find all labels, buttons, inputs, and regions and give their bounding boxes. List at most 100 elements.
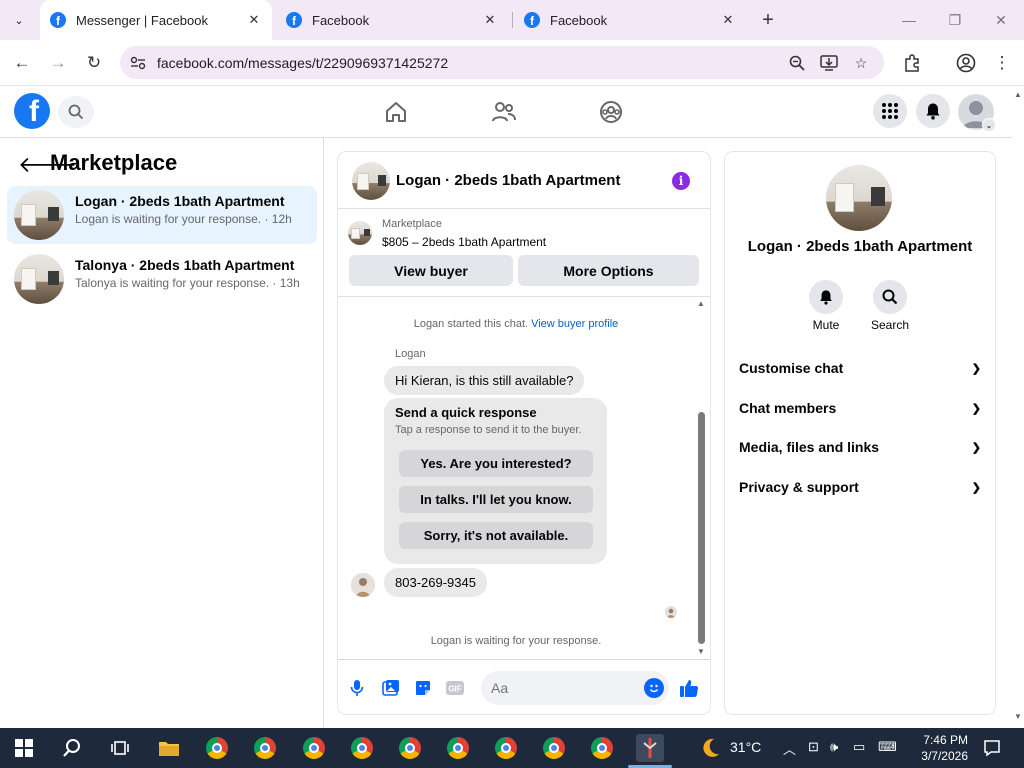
notifications-icon[interactable] bbox=[978, 734, 1006, 762]
friends-icon[interactable] bbox=[490, 98, 518, 126]
facebook-logo-icon[interactable]: f bbox=[14, 93, 50, 129]
chrome-icon[interactable] bbox=[203, 734, 231, 762]
section-media-files[interactable]: Media, files and links ❯ bbox=[739, 433, 981, 461]
meet-now-icon[interactable]: ⊡ bbox=[808, 739, 819, 755]
system-clock[interactable]: 7:46 PM 3/7/2026 bbox=[908, 732, 968, 764]
sticker-icon[interactable] bbox=[413, 678, 433, 698]
section-chat-members[interactable]: Chat members ❯ bbox=[739, 394, 981, 422]
quick-response-option[interactable]: In talks. I'll let you know. bbox=[399, 486, 593, 513]
tray-chevron-up-icon[interactable]: ︿ bbox=[783, 739, 796, 758]
info-icon[interactable]: i bbox=[672, 172, 690, 190]
bookmark-star-icon[interactable]: ☆ bbox=[851, 53, 871, 73]
chevron-down-icon[interactable]: ⌄ bbox=[982, 118, 996, 132]
weather-moon-icon[interactable] bbox=[696, 734, 724, 762]
listing-thumbnail bbox=[348, 221, 372, 245]
close-tab-icon[interactable]: ✕ bbox=[246, 12, 262, 28]
chrome-icon[interactable] bbox=[540, 734, 568, 762]
notifications-bell-icon[interactable] bbox=[916, 94, 950, 128]
weather-temperature[interactable]: 31°C bbox=[730, 739, 761, 755]
home-icon[interactable] bbox=[382, 98, 410, 126]
page-scrollbar[interactable]: ▲ ▼ bbox=[1012, 86, 1024, 728]
seen-avatar bbox=[665, 606, 677, 618]
chat-scrollbar[interactable]: ▲ ▼ bbox=[696, 300, 706, 656]
listing-banner: Marketplace $805 – 2beds 1bath Apartment… bbox=[338, 209, 710, 297]
volume-icon[interactable]: 🕪 bbox=[830, 739, 838, 755]
chat-title[interactable]: Logan · 2beds 1bath Apartment bbox=[396, 172, 620, 189]
groups-icon[interactable] bbox=[597, 98, 625, 126]
more-options-button[interactable]: More Options bbox=[518, 255, 699, 286]
chrome-icon[interactable] bbox=[444, 734, 472, 762]
marketplace-sidebar: 🡐 Marketplace Logan · 2beds 1bath Apartm… bbox=[0, 138, 324, 728]
forward-button[interactable]: → bbox=[46, 51, 70, 75]
section-label: Media, files and links bbox=[739, 439, 880, 455]
scroll-down-arrow-icon[interactable]: ▼ bbox=[1014, 712, 1022, 721]
photo-icon[interactable] bbox=[381, 678, 401, 698]
message-input[interactable] bbox=[481, 671, 669, 705]
sender-avatar[interactable] bbox=[351, 573, 375, 597]
new-tab-button[interactable]: + bbox=[757, 8, 779, 32]
restore-button[interactable]: ❐ bbox=[942, 8, 968, 32]
close-window-button[interactable]: ✕ bbox=[988, 8, 1014, 32]
quick-response-option[interactable]: Sorry, it's not available. bbox=[399, 522, 593, 549]
scroll-up-arrow-icon[interactable]: ▲ bbox=[1014, 90, 1022, 99]
section-customise-chat[interactable]: Customise chat ❯ bbox=[739, 354, 981, 382]
windows-start-icon[interactable] bbox=[10, 734, 38, 762]
network-icon[interactable]: ▭ bbox=[853, 739, 865, 755]
mute-button[interactable]: Mute bbox=[796, 280, 856, 332]
tab-messenger[interactable]: f Messenger | Facebook ✕ bbox=[40, 0, 272, 40]
search-icon[interactable] bbox=[58, 734, 86, 762]
chat-avatar[interactable] bbox=[352, 162, 390, 200]
zoom-icon[interactable] bbox=[787, 53, 807, 73]
chrome-icon[interactable] bbox=[251, 734, 279, 762]
search-icon bbox=[873, 280, 907, 314]
chrome-icon[interactable] bbox=[300, 734, 328, 762]
profile-icon[interactable] bbox=[954, 51, 978, 75]
search-icon[interactable] bbox=[58, 96, 94, 128]
thumbs-up-icon[interactable] bbox=[679, 678, 699, 698]
chat-details-panel: Logan · 2beds 1bath Apartment Mute Searc… bbox=[725, 152, 995, 714]
quick-response-card: Send a quick response Tap a response to … bbox=[384, 398, 607, 564]
chrome-icon[interactable] bbox=[492, 734, 520, 762]
file-explorer-icon[interactable] bbox=[155, 734, 183, 762]
chevron-down-icon: ❯ bbox=[971, 362, 981, 375]
active-app-icon[interactable] bbox=[636, 734, 664, 762]
back-button[interactable]: ← bbox=[10, 51, 34, 75]
section-privacy-support[interactable]: Privacy & support ❯ bbox=[739, 473, 981, 501]
view-buyer-profile-link[interactable]: View buyer profile bbox=[531, 318, 618, 330]
listing-title[interactable]: $805 – 2beds 1bath Apartment bbox=[382, 235, 546, 249]
quick-response-option[interactable]: Yes. Are you interested? bbox=[399, 450, 593, 477]
conversation-item[interactable]: Talonya · 2beds 1bath Apartment Talonya … bbox=[7, 250, 317, 308]
microphone-icon[interactable] bbox=[347, 678, 367, 698]
listing-thumbnail bbox=[14, 190, 64, 240]
browser-menu-icon[interactable]: ⋮ bbox=[990, 51, 1014, 75]
conversation-item[interactable]: Logan · 2beds 1bath Apartment Logan is w… bbox=[7, 186, 317, 244]
search-chat-button[interactable]: Search bbox=[860, 280, 920, 332]
minimize-button[interactable]: — bbox=[896, 8, 922, 32]
chrome-icon[interactable] bbox=[588, 734, 616, 762]
extensions-icon[interactable] bbox=[900, 51, 924, 75]
close-tab-icon[interactable]: ✕ bbox=[720, 12, 736, 28]
emoji-icon[interactable] bbox=[644, 678, 664, 698]
tab-search-dropdown[interactable]: ⌄ bbox=[6, 8, 32, 32]
keyboard-icon[interactable]: ⌨ bbox=[878, 739, 897, 755]
scrollbar-thumb[interactable] bbox=[698, 412, 705, 644]
site-info-icon[interactable] bbox=[128, 53, 148, 73]
gif-icon[interactable]: GIF bbox=[445, 678, 465, 698]
message-bubble[interactable]: 803-269-9345 bbox=[384, 568, 487, 597]
browser-tab-strip: ⌄ f Messenger | Facebook ✕ f Facebook ✕ … bbox=[0, 0, 1024, 40]
reload-button[interactable]: ↻ bbox=[82, 51, 106, 75]
chrome-icon[interactable] bbox=[348, 734, 376, 762]
scroll-down-arrow-icon[interactable]: ▼ bbox=[696, 648, 706, 656]
tab-facebook-2[interactable]: f Facebook ✕ bbox=[514, 0, 746, 40]
task-view-icon[interactable] bbox=[106, 734, 134, 762]
scroll-up-arrow-icon[interactable]: ▲ bbox=[696, 300, 706, 308]
address-bar[interactable]: facebook.com/messages/t/2290969371425272… bbox=[120, 46, 884, 79]
chrome-icon[interactable] bbox=[396, 734, 424, 762]
tab-facebook-1[interactable]: f Facebook ✕ bbox=[276, 0, 508, 40]
menu-grid-icon[interactable] bbox=[873, 94, 907, 128]
install-app-icon[interactable] bbox=[819, 53, 839, 73]
close-tab-icon[interactable]: ✕ bbox=[482, 12, 498, 28]
facebook-favicon-icon: f bbox=[286, 12, 302, 28]
message-bubble[interactable]: Hi Kieran, is this still available? bbox=[384, 366, 585, 395]
view-buyer-button[interactable]: View buyer bbox=[349, 255, 513, 286]
